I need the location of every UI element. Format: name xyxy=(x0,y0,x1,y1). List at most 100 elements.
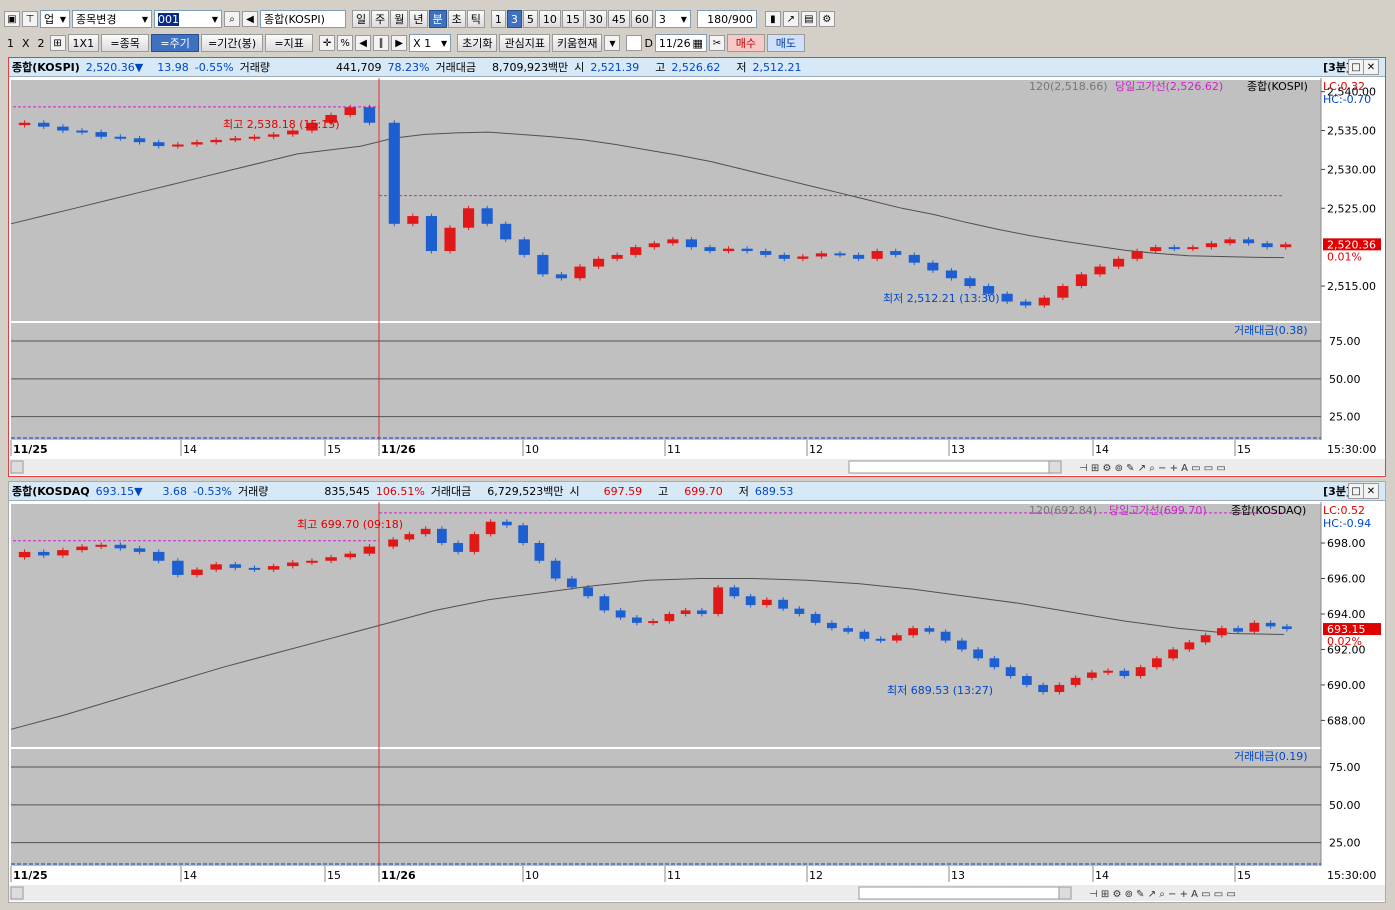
pct-tag: 0.01% xyxy=(1327,250,1362,263)
trend-tool-icon[interactable]: ↗ xyxy=(782,11,799,27)
maximize-icon[interactable]: □ xyxy=(1348,483,1364,499)
period-tab-1[interactable]: 주 xyxy=(371,10,390,28)
close-icon[interactable]: ✕ xyxy=(1363,59,1379,75)
item-sync-button[interactable]: =종목 xyxy=(101,34,150,52)
candle-body xyxy=(574,266,586,279)
layout-2[interactable]: 2 xyxy=(35,37,48,50)
interval-tab-4[interactable]: 15 xyxy=(561,10,584,28)
layout-x[interactable]: X xyxy=(19,37,33,50)
x-tick-label: 10 xyxy=(525,443,539,456)
save-icon[interactable]: ▤ xyxy=(800,11,817,27)
candle-body xyxy=(469,534,480,552)
candle-body xyxy=(229,564,242,568)
window-layout-icon[interactable]: ▣ xyxy=(4,11,20,27)
interval-tab-7[interactable]: 60 xyxy=(630,10,653,28)
min-annotation: 최저 2,512.21 (13:30) xyxy=(883,292,1000,305)
period-tab-4[interactable]: 분 xyxy=(428,10,447,28)
sell-button[interactable]: 매도 xyxy=(766,34,805,52)
period-sync-button[interactable]: =주기 xyxy=(151,34,200,52)
buy-button[interactable]: 매수 xyxy=(726,34,765,52)
item-change-select[interactable]: 종목변경 ▼ xyxy=(72,10,152,28)
candle-body xyxy=(444,227,456,252)
grid-icon[interactable]: ⊞ xyxy=(49,35,66,51)
reset-button[interactable]: 초기화 xyxy=(457,34,498,52)
candle-body xyxy=(152,551,165,561)
code-value: 001 xyxy=(158,12,179,26)
layout-1[interactable]: 1 xyxy=(4,37,17,50)
candle-body xyxy=(778,599,788,609)
period-tab-3[interactable]: 년 xyxy=(409,10,428,28)
candle-body xyxy=(583,587,593,597)
candle-body xyxy=(248,567,261,570)
pin-icon[interactable]: ⊤ xyxy=(22,11,38,27)
gear-icon[interactable]: ⚙ xyxy=(818,11,835,27)
x-tick-label: 11/25 xyxy=(13,443,48,456)
crosshair-icon[interactable]: ✛ xyxy=(319,35,336,51)
date-checkbox[interactable] xyxy=(626,35,643,51)
volume-value: 835,545 xyxy=(324,484,370,498)
period-tab-5[interactable]: 초 xyxy=(447,10,466,28)
close-icon[interactable]: ✕ xyxy=(1363,483,1379,499)
candle-body xyxy=(1168,247,1180,250)
hc-label: HC:-0.70 xyxy=(1323,93,1371,106)
high-value: 699.70 xyxy=(684,484,723,498)
candle-body xyxy=(648,621,658,624)
pct-tag: 0.02% xyxy=(1327,635,1362,648)
period-tab-6[interactable]: 틱 xyxy=(466,10,485,28)
search-icon[interactable]: ⌕ xyxy=(224,11,240,27)
candle-body xyxy=(404,534,415,540)
interval-input[interactable]: 3 ▼ xyxy=(654,10,691,28)
candle-body xyxy=(502,521,512,526)
candle-type-icon[interactable]: ▮ xyxy=(764,11,781,27)
x-tick-label: 11/26 xyxy=(381,869,416,882)
chevron-down-icon: ▼ xyxy=(211,14,218,24)
candle-body xyxy=(537,254,549,275)
grid-1x1-button[interactable]: 1X1 xyxy=(67,34,100,52)
interval-tab-6[interactable]: 45 xyxy=(607,10,630,28)
kosdaq-chart-svg[interactable]: 698.00696.00694.00692.00690.00688.00120(… xyxy=(9,502,1385,904)
interval-tab-2[interactable]: 5 xyxy=(522,10,538,28)
interval-tab-5[interactable]: 30 xyxy=(584,10,607,28)
kiwoom-current-button[interactable]: 키움현재 xyxy=(551,34,603,52)
toolbar-row-1: ▣ ⊤ 업 ▼ 종목변경 ▼ 001 ▼ ⌕ ◀ 종합(KOSPI) 일주월년분초틱 … xyxy=(4,8,835,30)
period-tab-0[interactable]: 일 xyxy=(352,10,371,28)
maximize-icon[interactable]: □ xyxy=(1348,59,1364,75)
x-tick-label: 15 xyxy=(1237,443,1251,456)
x-axis-area xyxy=(9,440,1385,458)
low-value: 689.53 xyxy=(754,484,794,498)
candle-body xyxy=(827,622,837,629)
candle-body xyxy=(1054,684,1065,693)
percent-icon[interactable]: % xyxy=(337,35,354,51)
interval-tab-0[interactable]: 1 xyxy=(490,10,506,28)
x-tick-label: 12 xyxy=(809,443,823,456)
date-input[interactable]: 11/26 ▦ xyxy=(654,34,707,52)
candle-body xyxy=(191,569,203,575)
indicator-sync-button[interactable]: =지표 xyxy=(265,34,314,52)
interval-tab-3[interactable]: 10 xyxy=(538,10,561,28)
candle-body xyxy=(667,239,679,244)
count-total: /900 xyxy=(728,12,753,26)
period-tab-2[interactable]: 월 xyxy=(390,10,409,28)
prev-icon[interactable]: ◀ xyxy=(355,35,372,51)
chevron-down-icon: ▼ xyxy=(440,38,448,48)
code-input[interactable]: 001 ▼ xyxy=(154,10,222,28)
zoom-select[interactable]: X 1 ▼ xyxy=(409,34,452,52)
range-sync-button[interactable]: =기간(봉) xyxy=(201,34,264,52)
high-label: 고 xyxy=(658,485,669,498)
speaker-icon[interactable]: ◀ xyxy=(242,11,258,27)
market-select[interactable]: 업 ▼ xyxy=(40,10,70,28)
x-tick-label: 14 xyxy=(1095,443,1109,456)
candle-body xyxy=(615,610,626,618)
next-icon[interactable]: ▶ xyxy=(391,35,408,51)
count-input[interactable]: 180/900 xyxy=(696,10,757,28)
interest-indicator-button[interactable]: 관심지표 xyxy=(499,34,550,52)
chevron-down-icon[interactable]: ▼ xyxy=(604,35,621,51)
scissors-icon[interactable]: ✂ xyxy=(708,35,725,51)
x-tick-label: 14 xyxy=(183,869,197,882)
interval-tab-1[interactable]: 3 xyxy=(506,10,522,28)
pause-icon[interactable]: ∥ xyxy=(373,35,390,51)
kospi-chart-svg[interactable]: 2,540.002,535.002,530.002,525.002,515.00… xyxy=(9,78,1385,478)
y-tick-label: 2,525.00 xyxy=(1327,202,1376,215)
sub-legend: 거래대금(0.19) xyxy=(1234,750,1308,763)
candle-body xyxy=(892,635,902,641)
